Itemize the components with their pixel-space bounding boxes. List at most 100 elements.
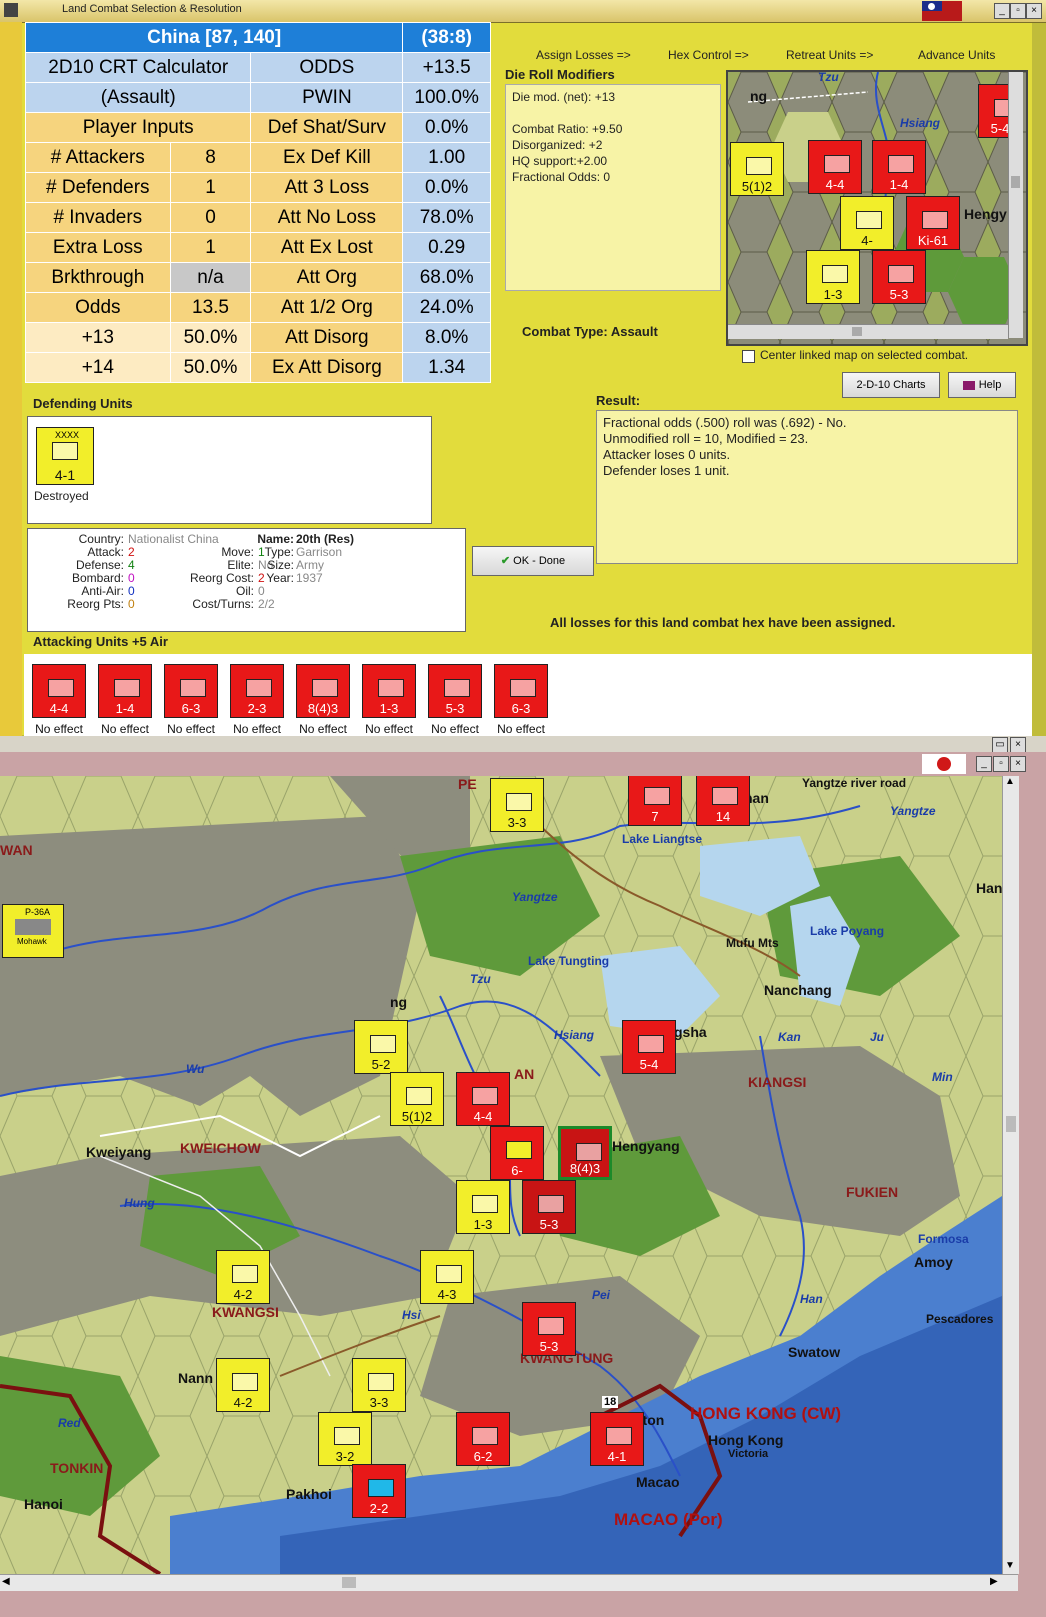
map-label-kwangsi: KWANGSI <box>212 1304 279 1320</box>
center-map-checkbox[interactable] <box>742 350 755 363</box>
map-maximize-button[interactable]: ▫ <box>993 756 1009 772</box>
minimize-button[interactable]: _ <box>994 3 1010 19</box>
minimap-unit[interactable]: 1-4 <box>872 140 926 194</box>
map-unit-counter[interactable]: 4-1 <box>590 1412 644 1466</box>
attacking-unit-effect: No effect <box>299 722 347 736</box>
attacking-unit-effect: No effect <box>35 722 83 736</box>
calc-right-value-4: 0.0% <box>402 172 491 203</box>
combat-type-label: Combat Type: Assault <box>522 324 658 339</box>
ok-done-label: OK - Done <box>513 555 566 567</box>
map-unit-counter[interactable]: 3-3 <box>490 778 544 832</box>
defending-unit-counter[interactable]: XXXX 4-1 <box>36 427 94 485</box>
attacking-unit-counter[interactable]: 6-3 <box>494 664 548 718</box>
attacking-unit-counter[interactable]: 5-3 <box>428 664 482 718</box>
year-label: Year: <box>266 571 294 585</box>
assign-losses-link[interactable]: Assign Losses => <box>536 48 631 62</box>
map-unit-counter[interactable]: 5-4 <box>622 1020 676 1074</box>
calc-right-label-7: Att Org <box>250 262 404 293</box>
calc-left-value-1[interactable]: 1 <box>169 172 252 203</box>
minimap-unit[interactable]: 4-4 <box>808 140 862 194</box>
strategic-map[interactable]: Kweiyang Hengyang Nanchang Swatow Hong K… <box>0 776 1004 1574</box>
river-label-yangtze-east: Yangtze <box>890 804 936 818</box>
restore-button[interactable]: ▭ <box>992 737 1008 753</box>
retreat-units-link[interactable]: Retreat Units => <box>786 48 873 62</box>
river-label-red: Red <box>58 1416 81 1430</box>
minimap-unit[interactable]: 4- <box>840 196 894 250</box>
linked-minimap[interactable]: Tzu Hsiang Hengy ng 5(1)2 4-4 1-4 4- Ki-… <box>726 70 1028 346</box>
map-unit-counter[interactable]: 1-3 <box>456 1180 510 1234</box>
result-title: Result: <box>596 393 641 408</box>
map-unit-counter[interactable]: 4-2 <box>216 1358 270 1412</box>
map-label-kiangsi: KIANGSI <box>748 1074 807 1090</box>
advance-units-link[interactable]: Advance Units <box>918 48 995 62</box>
attacking-unit-counter[interactable]: 1-3 <box>362 664 416 718</box>
map-label-fukien: FUKIEN <box>846 1184 899 1200</box>
map-unit-counter[interactable]: 4-3 <box>420 1250 474 1304</box>
calc-left-value-2[interactable]: 0 <box>169 202 252 233</box>
map-unit-counter[interactable]: 4-2 <box>216 1250 270 1304</box>
map-horizontal-scrollbar[interactable]: ◀ ▶ <box>0 1574 1018 1591</box>
minimap-vscrollbar[interactable] <box>1008 72 1023 338</box>
attacking-unit-counter[interactable]: 2-3 <box>230 664 284 718</box>
scroll-down-arrow-icon[interactable]: ▼ <box>1005 1560 1015 1571</box>
help-button[interactable]: Help <box>948 372 1016 398</box>
minimap-unit[interactable]: Ki-61 <box>906 196 960 250</box>
calc-right-value-5: 78.0% <box>402 202 491 233</box>
map-vertical-scrollbar[interactable]: ▲ ▼ <box>1002 776 1019 1574</box>
map-air-unit-counter[interactable]: 7 <box>628 776 682 826</box>
map-titlebar: _ ▫ × <box>0 752 1046 776</box>
map-unit-counter[interactable]: 4-4 <box>456 1072 510 1126</box>
die-roll-title: Die Roll Modifiers <box>505 67 615 82</box>
dialog-left-border <box>0 22 22 736</box>
map-label-nann-partial: Nann <box>178 1370 213 1386</box>
map-air-unit-counter[interactable]: 14 <box>696 776 750 826</box>
calc-left-value-0[interactable]: 8 <box>169 142 252 173</box>
calc-left-value-3[interactable]: 1 <box>169 232 252 263</box>
map-label-gsha-partial: gsha <box>674 1024 707 1040</box>
minimap-unit[interactable]: 5(1)2 <box>730 142 784 196</box>
map-unit-counter[interactable]: 5(1)2 <box>390 1072 444 1126</box>
map-minimize-button[interactable]: _ <box>976 756 992 772</box>
map-unit-counter[interactable]: 2-2 <box>352 1464 406 1518</box>
calc-right-value-2: 0.0% <box>402 112 491 143</box>
scroll-up-arrow-icon[interactable]: ▲ <box>1005 776 1015 787</box>
calc-right-value-3: 1.00 <box>402 142 491 173</box>
map-unit-counter-selected-hex[interactable]: 6- <box>490 1126 544 1180</box>
garrison-symbol-icon <box>52 442 78 460</box>
map-label-amoy: Amoy <box>914 1254 953 1270</box>
unit-size: XXXX <box>55 430 80 440</box>
map-close-button[interactable]: × <box>1010 756 1026 772</box>
map-unit-counter[interactable]: 5-3 <box>522 1180 576 1234</box>
scroll-right-arrow-icon[interactable]: ▶ <box>990 1576 998 1587</box>
attacking-unit-counter[interactable]: 6-3 <box>164 664 218 718</box>
map-air-unit[interactable]: P-36A Mohawk <box>2 904 64 958</box>
minimap-unit[interactable]: 5-3 <box>872 250 926 304</box>
map-unit-counter[interactable]: 8(4)3 <box>558 1126 612 1180</box>
ok-done-button[interactable]: ✔ OK - Done <box>472 546 594 576</box>
result-line: Attacker loses 0 units. <box>603 447 731 462</box>
minimap-unit[interactable]: 1-3 <box>806 250 860 304</box>
scroll-left-arrow-icon[interactable]: ◀ <box>2 1576 10 1587</box>
map-unit-counter[interactable]: 6-2 <box>456 1412 510 1466</box>
hscroll-thumb[interactable] <box>342 1577 356 1588</box>
maximize-button[interactable]: ▫ <box>1010 3 1026 19</box>
map-unit-counter[interactable]: 5-2 <box>354 1020 408 1074</box>
map-unit-counter[interactable]: 3-3 <box>352 1358 406 1412</box>
river-label-hung: Hung <box>124 1196 155 1210</box>
map-unit-counter[interactable]: 3-2 <box>318 1412 372 1466</box>
calc-right-label-8: Att 1/2 Org <box>250 292 404 323</box>
attacking-unit-counter[interactable]: 1-4 <box>98 664 152 718</box>
attacking-unit-counter[interactable]: 8(4)3 <box>296 664 350 718</box>
map-unit-counter[interactable]: 5-3 <box>522 1302 576 1356</box>
charts-button[interactable]: 2-D-10 Charts <box>842 372 940 398</box>
dialog-close-button[interactable]: × <box>1010 737 1026 753</box>
vscroll-thumb[interactable] <box>1006 1116 1016 1132</box>
map-label-han-partial: Han <box>976 880 1003 896</box>
center-map-label: Center linked map on selected combat. <box>760 348 969 362</box>
minimap-hscrollbar[interactable] <box>728 324 1008 339</box>
close-button[interactable]: × <box>1026 3 1042 19</box>
attacking-unit-counter[interactable]: 4-4 <box>32 664 86 718</box>
hex-control-link[interactable]: Hex Control => <box>668 48 749 62</box>
river-label-min: Min <box>932 1070 953 1084</box>
map-label-victoria: Victoria <box>728 1448 769 1460</box>
